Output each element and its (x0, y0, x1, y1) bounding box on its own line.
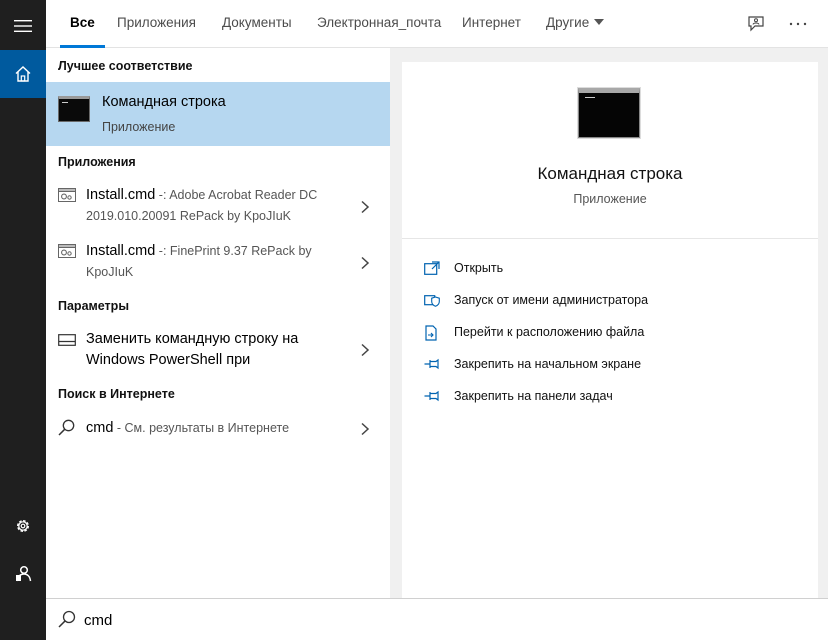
chevron-right-icon (361, 256, 370, 270)
list-item-web-1[interactable]: cmd - См. результаты в Интернете (46, 416, 390, 444)
search-input[interactable] (84, 608, 784, 632)
left-rail (0, 0, 46, 640)
hamburger-menu-icon (14, 20, 32, 32)
setting-1-text: Заменить командную строку на Windows Pow… (86, 329, 348, 371)
action-pin-start-label: Закрепить на начальном экране (454, 357, 642, 371)
app-1-text: Install.cmd -: Adobe Acrobat Reader DC 2… (86, 185, 348, 227)
command-prompt-icon (578, 88, 640, 138)
best-match-header: Лучшее соответствие (58, 59, 193, 73)
app-2-separator: -: (155, 244, 170, 258)
settings-button[interactable] (0, 502, 46, 550)
action-pin-taskbar-label: Закрепить на панели задач (454, 389, 613, 403)
settings-gear-icon (16, 519, 30, 533)
settings-header: Параметры (58, 299, 129, 313)
action-pin-taskbar[interactable]: Закрепить на панели задач (424, 386, 804, 408)
preview-subtitle: Приложение (573, 192, 647, 206)
tab-all[interactable]: Все (60, 0, 105, 48)
chevron-right-icon (361, 343, 370, 357)
action-run-as-admin-label: Запуск от имени администратора (454, 293, 649, 307)
script-file-icon (58, 188, 76, 202)
feedback-button[interactable] (742, 10, 770, 38)
tab-email[interactable]: Электронная_почта (317, 0, 441, 48)
hamburger-menu-button[interactable] (0, 2, 46, 50)
tab-apps[interactable]: Приложения (117, 0, 196, 48)
preview-pane: Командная строка Приложение Открыть Запу… (402, 62, 818, 598)
web-1-desc: - См. результаты в Интернете (113, 421, 290, 435)
app-1-separator: -: (155, 188, 170, 202)
run-as-admin-shield-icon (424, 295, 440, 307)
pin-icon (424, 390, 439, 402)
chevron-right-icon (361, 422, 370, 436)
action-file-location[interactable]: Перейти к расположению файла (424, 322, 804, 344)
action-run-as-admin[interactable]: Запуск от имени администратора (424, 290, 804, 312)
tab-documents[interactable]: Документы (222, 0, 292, 48)
best-match-title: Командная строка (102, 94, 226, 110)
action-file-location-label: Перейти к расположению файла (454, 325, 645, 339)
results-list: Лучшее соответствие Командная строка При… (46, 48, 390, 598)
feedback-icon (748, 16, 764, 32)
setting-1-label: Заменить командную строку на Windows Pow… (86, 331, 299, 368)
list-item-app-2[interactable]: Install.cmd -: FinePrint 9.37 RePack by … (46, 240, 390, 288)
app-2-name: Install.cmd (86, 243, 156, 259)
search-tabs-bar: Все Приложения Документы Электронная_поч… (46, 0, 828, 48)
web-1-query: cmd (86, 420, 114, 436)
tab-more-label: Другие (546, 15, 590, 30)
best-match-subtitle: Приложение (102, 120, 176, 134)
preview-divider (402, 238, 818, 239)
home-button[interactable] (0, 50, 46, 98)
best-match-item[interactable]: Командная строка Приложение (46, 82, 390, 146)
pin-icon (424, 358, 439, 370)
list-item-app-1[interactable]: Install.cmd -: Adobe Acrobat Reader DC 2… (46, 184, 390, 232)
action-open[interactable]: Открыть (424, 258, 804, 280)
action-pin-start[interactable]: Закрепить на начальном экране (424, 354, 804, 376)
more-options-button[interactable] (784, 10, 812, 38)
app-1-name: Install.cmd (86, 187, 156, 203)
web-search-header: Поиск в Интернете (58, 387, 175, 401)
web-1-text: cmd - См. результаты в Интернете (86, 418, 348, 439)
action-open-label: Открыть (454, 261, 504, 275)
tab-web[interactable]: Интернет (462, 0, 521, 48)
tab-more[interactable]: Другие (546, 0, 605, 48)
open-icon (424, 261, 440, 275)
chevron-right-icon (361, 200, 370, 214)
list-item-setting-1[interactable]: Заменить командную строку на Windows Pow… (46, 328, 390, 374)
script-file-icon (58, 244, 76, 258)
chevron-down-icon (594, 19, 605, 25)
home-icon (15, 66, 31, 82)
more-options-icon (789, 22, 807, 26)
search-icon (58, 419, 75, 436)
apps-header: Приложения (58, 155, 136, 169)
app-2-text: Install.cmd -: FinePrint 9.37 RePack by … (86, 241, 348, 283)
search-box (46, 598, 828, 640)
settings-window-icon (58, 334, 76, 346)
account-button[interactable] (0, 550, 46, 598)
account-icon (16, 565, 32, 582)
search-icon (58, 610, 76, 628)
command-prompt-icon (58, 96, 90, 122)
preview-title: Командная строка (537, 164, 683, 183)
file-location-icon (425, 325, 437, 341)
